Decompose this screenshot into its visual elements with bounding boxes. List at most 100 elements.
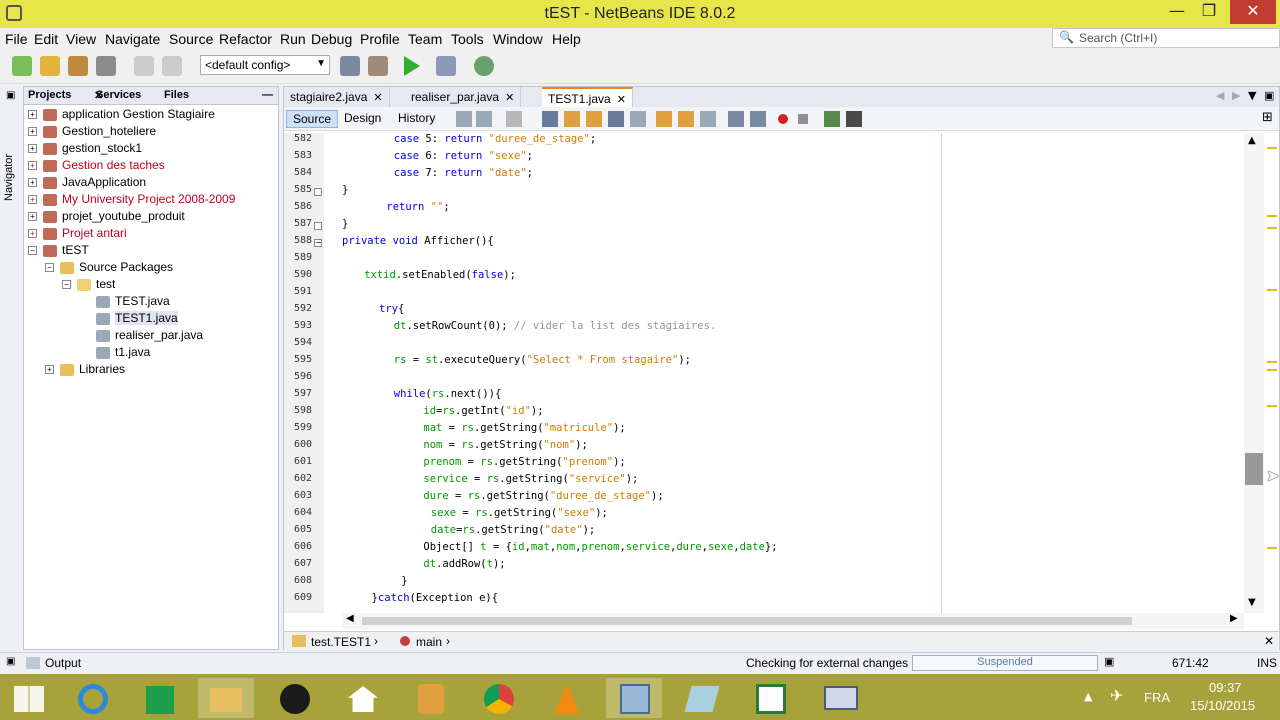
code-line[interactable]: } (401, 575, 407, 587)
code-line[interactable]: dt.addRow(t); (423, 558, 505, 570)
expand-icon[interactable]: + (28, 178, 37, 188)
project-item[interactable]: + My University Project 2008-2009 (28, 192, 235, 209)
redo-icon[interactable] (162, 56, 182, 76)
horizontal-scroll-thumb[interactable] (362, 617, 1132, 625)
build-icon[interactable] (340, 56, 360, 76)
code-line[interactable]: return ""; (386, 201, 449, 213)
menu-tools[interactable]: Tools (451, 31, 484, 47)
file-item[interactable]: t1.java (96, 345, 150, 362)
camtasia-icon[interactable] (742, 678, 798, 718)
tree-node[interactable]: + Libraries (45, 362, 125, 379)
tab-projects[interactable]: Projects (28, 89, 71, 101)
back-icon[interactable] (476, 111, 492, 127)
restore-output-icon[interactable]: ▣ (6, 656, 15, 667)
close-button[interactable]: ✕ (1230, 0, 1276, 24)
expand-icon[interactable]: + (28, 144, 37, 154)
editor-tab[interactable]: realiser_par.java ✕ (405, 87, 522, 107)
expand-icon[interactable]: + (28, 161, 37, 171)
find-next-icon[interactable] (586, 111, 602, 127)
menu-file[interactable]: File (5, 31, 28, 47)
breadcrumb-method[interactable]: main (416, 635, 442, 649)
history-view-button[interactable]: History (392, 110, 441, 128)
fold-icon[interactable] (314, 188, 322, 196)
language-indicator[interactable]: FRA (1144, 690, 1170, 705)
code-line[interactable]: } (342, 218, 348, 230)
tab-list-icon[interactable]: ▼ (1248, 89, 1256, 102)
clock-time[interactable]: 09:37 (1209, 680, 1242, 695)
file-explorer-icon[interactable] (198, 678, 254, 718)
clean-build-icon[interactable] (368, 56, 388, 76)
netbeans-taskbar-icon[interactable] (606, 678, 662, 718)
menu-window[interactable]: Window (493, 31, 543, 47)
restore-window-icon[interactable]: ▣ (1264, 89, 1274, 102)
close-icon[interactable]: ✕ (617, 94, 626, 106)
project-item[interactable]: + gestion_stock1 (28, 141, 142, 158)
next-bookmark-icon[interactable] (678, 111, 694, 127)
code-line[interactable]: nom = rs.getString("nom"); (423, 439, 587, 451)
error-stripe-mark[interactable] (1267, 369, 1277, 371)
clock-date[interactable]: 15/10/2015 (1190, 698, 1255, 713)
code-line[interactable]: dure = rs.getString("duree_de_stage"); (423, 490, 663, 502)
project-item[interactable]: + JavaApplication (28, 175, 146, 192)
menu-source[interactable]: Source (169, 31, 213, 47)
menu-edit[interactable]: Edit (34, 31, 58, 47)
debug-icon[interactable] (436, 56, 456, 76)
source-view-button[interactable]: Source (286, 110, 339, 128)
search-field[interactable]: 🔍 Search (Ctrl+I) (1052, 28, 1280, 48)
editor-tab-active[interactable]: TEST1.java ✕ (542, 87, 633, 107)
menu-navigate[interactable]: Navigate (105, 31, 160, 47)
collapse-icon[interactable]: − (62, 280, 71, 290)
save-all-icon[interactable] (96, 56, 116, 76)
scroll-tabs-right-icon[interactable]: ▶ (1232, 89, 1240, 102)
spotify-icon[interactable] (266, 678, 322, 718)
error-stripe-mark[interactable] (1267, 547, 1277, 549)
keyboard-app-icon[interactable] (812, 678, 868, 718)
project-item[interactable]: + projet_youtube_produit (28, 209, 185, 226)
minimize-panel-button[interactable]: — (262, 89, 273, 101)
scroll-tabs-left-icon[interactable]: ◀ (1216, 89, 1224, 102)
error-stripe-mark[interactable] (1267, 289, 1277, 291)
chrome-icon[interactable] (470, 678, 526, 718)
error-stripe-mark[interactable] (1267, 215, 1277, 217)
code-line[interactable]: while(rs.next()){ (394, 388, 502, 400)
code-line[interactable]: id=rs.getInt("id"); (423, 405, 543, 417)
toggle-bookmark-icon[interactable] (700, 111, 716, 127)
code-line[interactable]: } (342, 184, 348, 196)
cancel-task-icon[interactable]: ▣ (1104, 655, 1114, 668)
code-line[interactable]: mat = rs.getString("matricule"); (423, 422, 625, 434)
code-line[interactable]: service = rs.getString("service"); (423, 473, 638, 485)
tab-files[interactable]: Files (164, 89, 189, 101)
error-stripe-mark[interactable] (1267, 405, 1277, 407)
menu-refactor[interactable]: Refactor (219, 31, 272, 47)
undo-icon[interactable] (134, 56, 154, 76)
error-stripe-mark[interactable] (1267, 361, 1277, 363)
error-stripe-mark[interactable] (1267, 227, 1277, 229)
new-file-icon[interactable] (12, 56, 32, 76)
home-icon[interactable] (334, 678, 390, 718)
output-tab[interactable]: Output (45, 656, 81, 670)
open-project-icon[interactable] (68, 56, 88, 76)
code-line[interactable]: Object[] t = {id,mat,nom,prenom,service,… (423, 541, 777, 553)
find-previous-icon[interactable] (564, 111, 580, 127)
menu-profile[interactable]: Profile (360, 31, 400, 47)
fold-icon[interactable] (314, 222, 322, 230)
file-item[interactable]: realiser_par.java (96, 328, 203, 345)
fold-icon[interactable]: − (314, 239, 322, 247)
code-line[interactable]: prenom = rs.getString("prenom"); (423, 456, 625, 468)
new-project-icon[interactable] (40, 56, 60, 76)
code-line[interactable]: date=rs.getString("date"); (431, 524, 595, 536)
vertical-scroll-thumb[interactable] (1245, 453, 1263, 485)
code-line[interactable]: case 6: return "sexe"; (394, 150, 533, 162)
navigator-tab[interactable]: Navigator (3, 154, 15, 201)
vertical-scrollbar[interactable]: ▲ ▼ (1244, 133, 1264, 613)
expand-icon[interactable]: + (45, 365, 54, 375)
horizontal-scrollbar[interactable]: ◀ ▶ (342, 613, 1244, 629)
maximize-button[interactable]: ❐ (1194, 0, 1224, 24)
project-item[interactable]: + application Gestion Stagiaire (28, 107, 215, 124)
project-item[interactable]: − tEST (28, 243, 89, 260)
menu-view[interactable]: View (66, 31, 96, 47)
minimize-button[interactable]: — (1162, 0, 1192, 24)
close-icon[interactable]: ✕ (373, 92, 382, 104)
start-macro-icon[interactable] (778, 114, 788, 124)
expand-icon[interactable]: + (28, 229, 37, 239)
